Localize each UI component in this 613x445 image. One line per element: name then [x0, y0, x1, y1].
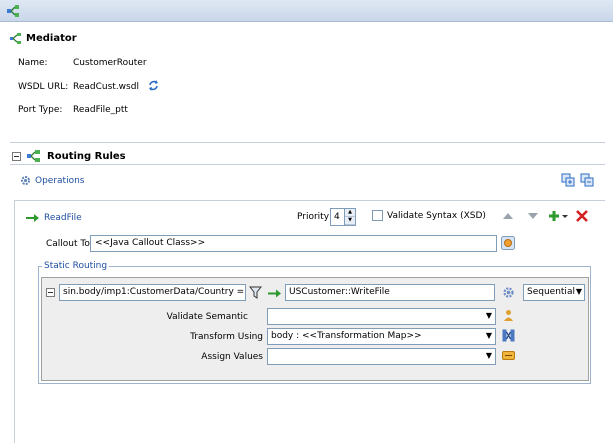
name-row: Name: CustomerRouter — [18, 58, 147, 68]
chevron-down-icon: ▼ — [485, 311, 492, 320]
operation-name: ReadFile — [44, 213, 82, 223]
operations-label: Operations — [35, 175, 85, 186]
port-type-row: Port Type: ReadFile_ptt — [18, 105, 128, 115]
gear-icon — [21, 176, 30, 185]
mediator-icon — [10, 33, 21, 44]
validate-semantic-select[interactable]: ▼ — [267, 308, 496, 325]
name-value: CustomerRouter — [73, 58, 147, 68]
move-up-icon[interactable] — [501, 210, 515, 222]
target-service-input[interactable]: USCustomer::WriteFile — [285, 284, 495, 301]
green-arrow-icon — [268, 289, 281, 298]
add-icon[interactable] — [548, 210, 568, 222]
transform-map-icon[interactable] — [502, 329, 515, 342]
assign-values-select[interactable]: ▼ — [267, 348, 496, 365]
operations-link[interactable]: Operations — [20, 175, 84, 186]
chevron-down-icon: ▼ — [485, 331, 492, 340]
filter-icon[interactable] — [249, 286, 262, 299]
port-type-value: ReadFile_ptt — [73, 105, 128, 115]
assign-icon[interactable] — [502, 349, 515, 362]
validate-syntax-checkbox[interactable]: Validate Syntax (XSD) — [372, 210, 486, 221]
transform-select[interactable]: body : <<Transformation Map>> ▼ — [267, 328, 496, 345]
rule-collapse-toggle[interactable] — [46, 288, 55, 297]
operation-readfile[interactable]: ReadFile — [26, 213, 82, 223]
routing-divider — [10, 164, 605, 165]
checkbox-box[interactable] — [372, 210, 383, 221]
wsdl-row: WSDL URL: ReadCust.wsdl — [18, 82, 139, 92]
wsdl-value: ReadCust.wsdl — [73, 82, 139, 92]
mediator-header: Mediator — [10, 33, 77, 44]
callout-input[interactable]: <<Java Callout Class>> — [90, 235, 497, 252]
priority-value: 4 — [334, 212, 340, 222]
browse-icon[interactable] — [501, 236, 515, 250]
gear-icon[interactable] — [502, 286, 515, 299]
green-arrow-icon — [26, 214, 39, 222]
mediator-icon[interactable] — [6, 4, 20, 18]
mediator-title: Mediator — [26, 33, 77, 44]
priority-label: Priority — [297, 212, 330, 222]
priority-down-button[interactable]: ▼ — [345, 217, 355, 225]
chevron-down-icon: ▼ — [485, 351, 492, 360]
delete-icon[interactable] — [575, 210, 589, 222]
callout-label: Callout To — [46, 239, 90, 249]
collapse-all-icon[interactable] — [580, 173, 594, 187]
collapse-toggle[interactable] — [12, 151, 21, 161]
priority-spinner[interactable]: 4 ▲ ▼ — [330, 208, 356, 226]
static-routing-legend: Static Routing — [42, 261, 110, 271]
condition-input[interactable]: sin.body/imp1:CustomerData/Country = 'US… — [59, 284, 246, 301]
refresh-icon[interactable] — [147, 79, 160, 92]
routing-rules-header: Routing Rules — [12, 150, 126, 162]
section-divider — [10, 142, 605, 143]
expand-all-icon[interactable] — [561, 173, 575, 187]
move-down-icon[interactable] — [526, 210, 540, 222]
routing-rules-title: Routing Rules — [47, 150, 126, 162]
person-icon[interactable] — [502, 309, 515, 322]
port-type-label: Port Type: — [18, 105, 63, 115]
chevron-down-icon: ▼ — [575, 287, 582, 296]
routing-rules-icon — [27, 150, 40, 162]
validate-semantic-label: Validate Semantic — [166, 312, 248, 322]
priority-up-button[interactable]: ▲ — [345, 209, 355, 217]
toolbar — [0, 0, 613, 22]
execution-mode-select[interactable]: Sequential ▼ — [523, 284, 585, 301]
transform-label: Transform Using — [190, 332, 263, 342]
assign-values-label: Assign Values — [201, 352, 263, 362]
transform-value: body : <<Transformation Map>> — [271, 331, 422, 341]
name-label: Name: — [18, 58, 48, 68]
execution-mode-value: Sequential — [527, 287, 575, 297]
validate-syntax-label: Validate Syntax (XSD) — [387, 210, 486, 221]
wsdl-label: WSDL URL: — [18, 82, 69, 92]
